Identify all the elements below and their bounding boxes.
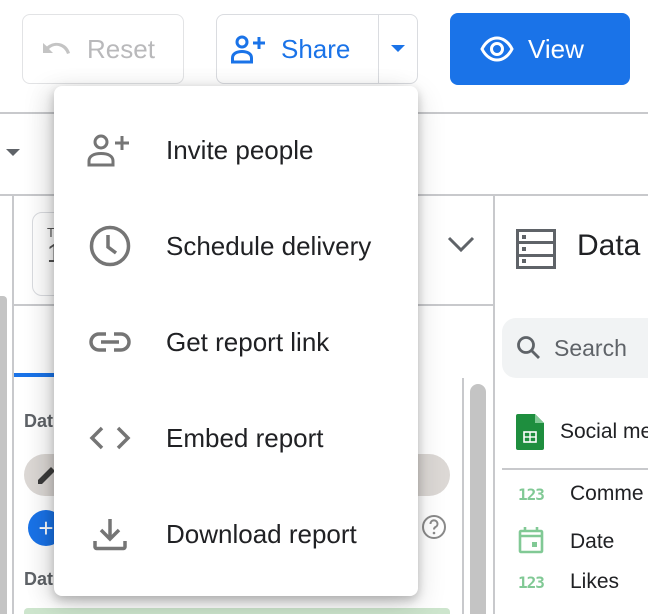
menu-item-invite-people[interactable]: Invite people — [54, 102, 418, 198]
menu-item-label: Schedule delivery — [166, 230, 372, 261]
properties-scrollbar[interactable] — [470, 384, 486, 614]
section-label-data: Dat — [24, 411, 54, 431]
data-source-item[interactable]: Social me — [516, 414, 648, 450]
field-name: Date — [570, 530, 615, 553]
field-name: Likes — [570, 570, 620, 593]
google-sheets-icon — [516, 414, 544, 450]
field-item[interactable]: Date — [518, 526, 614, 558]
data-panel-title: Data — [577, 229, 641, 262]
clock-icon — [54, 225, 166, 267]
calendar-icon — [518, 526, 570, 558]
field-name: Comme — [570, 482, 644, 505]
share-button[interactable]: Share — [217, 15, 379, 83]
menu-item-label: Invite people — [166, 134, 314, 165]
undo-icon — [43, 42, 70, 54]
link-icon — [54, 331, 166, 353]
date-range-bar[interactable] — [24, 608, 450, 614]
dropdown-caret-icon[interactable] — [4, 147, 22, 159]
scroll-track-border — [462, 378, 464, 614]
search-icon — [517, 336, 540, 359]
section-label-date: Dat — [24, 569, 54, 589]
field-item[interactable]: 123 Likes — [518, 570, 619, 594]
person-add-icon — [54, 133, 166, 167]
number-type-icon: 123 — [518, 484, 545, 504]
field-item[interactable]: 123 Comme — [518, 482, 644, 506]
download-icon — [54, 517, 166, 551]
number-type-icon: 123 — [518, 572, 545, 592]
menu-item-label: Download report — [166, 518, 357, 549]
eye-icon — [480, 36, 514, 62]
menu-item-get-report-link[interactable]: Get report link — [54, 294, 418, 390]
menu-item-download-report[interactable]: Download report — [54, 486, 418, 582]
code-icon — [54, 425, 166, 451]
data-source-divider — [502, 468, 648, 470]
data-panel-icon — [516, 229, 556, 269]
share-button-group: Share — [216, 14, 418, 84]
chevron-down-icon[interactable] — [446, 234, 476, 254]
view-label: View — [528, 33, 584, 64]
left-scrollbar[interactable] — [0, 296, 7, 614]
reset-label: Reset — [87, 33, 155, 64]
share-dropdown-menu: Invite people Schedule delivery Get repo… — [54, 86, 418, 596]
view-button[interactable]: View — [450, 13, 630, 85]
help-icon[interactable] — [421, 514, 447, 540]
caret-down-icon — [391, 45, 405, 52]
search-placeholder: Search — [554, 334, 627, 361]
menu-item-embed-report[interactable]: Embed report — [54, 390, 418, 486]
left-panel-border — [12, 194, 14, 614]
data-panel-border — [493, 194, 495, 614]
menu-item-schedule-delivery[interactable]: Schedule delivery — [54, 198, 418, 294]
share-dropdown-button[interactable] — [379, 15, 417, 83]
share-label: Share — [281, 33, 351, 64]
data-source-name: Social me — [560, 420, 648, 443]
field-search-input[interactable]: Search — [502, 318, 648, 378]
person-add-icon — [231, 35, 265, 64]
reset-button[interactable]: Reset — [22, 14, 184, 84]
menu-item-label: Embed report — [166, 422, 324, 453]
menu-item-label: Get report link — [166, 326, 330, 357]
